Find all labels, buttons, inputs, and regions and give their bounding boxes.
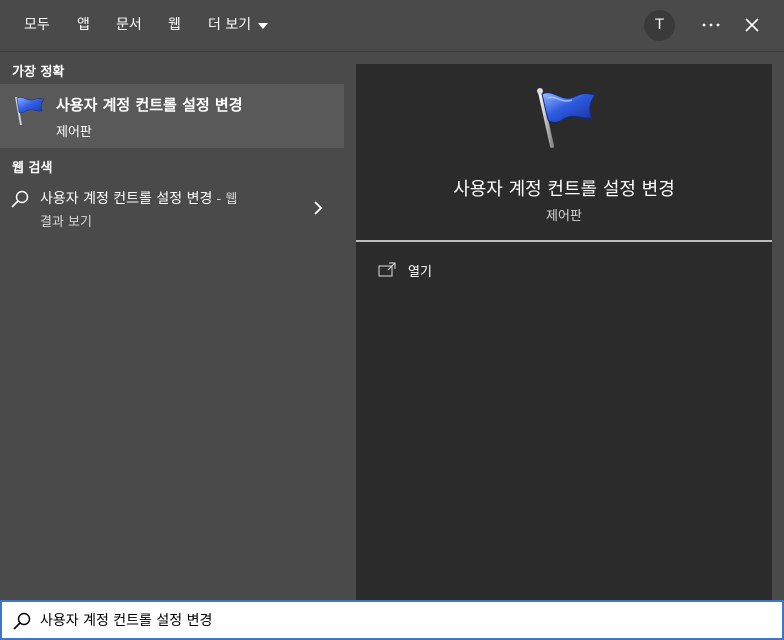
tab-more[interactable]: 더 보기 [208,0,269,50]
detail-pane: 사용자 계정 컨트롤 설정 변경 제어판 열기 [344,52,784,600]
detail-card: 사용자 계정 컨트롤 설정 변경 제어판 열기 [356,64,772,600]
results-pane: 가장 정확 사용자 계정 컨트롤 설정 변경 제어판 웹 검색 사용자 계정 컨… [0,52,344,600]
detail-title: 사용자 계정 컨트롤 설정 변경 [453,179,675,200]
tab-all[interactable]: 모두 [24,0,50,50]
close-button[interactable] [738,10,766,40]
section-web-search: 웹 검색 [12,161,53,176]
tab-documents[interactable]: 문서 [116,0,142,50]
search-bar[interactable] [0,600,784,640]
open-action-label: 열기 [408,264,432,280]
more-options-button[interactable] [697,10,725,40]
chevron-down-icon [258,23,269,29]
best-match-title: 사용자 계정 컨트롤 설정 변경 [56,96,243,114]
divider [356,240,772,242]
web-search-subtitle: 결과 보기 [40,215,92,230]
open-window-icon [378,262,396,277]
web-search-result[interactable]: 사용자 계정 컨트롤 설정 변경 - 웹 결과 보기 [0,180,344,232]
web-search-title: 사용자 계정 컨트롤 설정 변경 - 웹 [40,188,237,208]
chevron-right-icon[interactable] [312,200,324,216]
search-icon [13,612,31,630]
best-match-result[interactable]: 사용자 계정 컨트롤 설정 변경 제어판 [0,84,344,148]
blue-flag-icon [537,88,596,148]
search-icon [11,190,29,208]
tab-more-label: 더 보기 [208,17,252,33]
blue-flag-icon [15,96,45,126]
tab-apps[interactable]: 앱 [77,0,90,50]
web-search-query: 사용자 계정 컨트롤 설정 변경 [40,191,213,207]
section-best-match: 가장 정확 [12,65,65,80]
best-match-subtitle: 제어판 [56,125,92,140]
ellipsis-icon [702,23,720,27]
open-action[interactable]: 열기 [378,258,578,282]
search-scope-bar: 모두 앱 문서 웹 더 보기 T [0,0,784,52]
detail-subtitle: 제어판 [546,209,582,224]
avatar[interactable]: T [644,10,675,41]
search-input[interactable] [40,608,760,632]
tab-web[interactable]: 웹 [168,0,181,50]
web-search-suffix: - 웹 [212,192,238,207]
close-icon [745,18,759,32]
